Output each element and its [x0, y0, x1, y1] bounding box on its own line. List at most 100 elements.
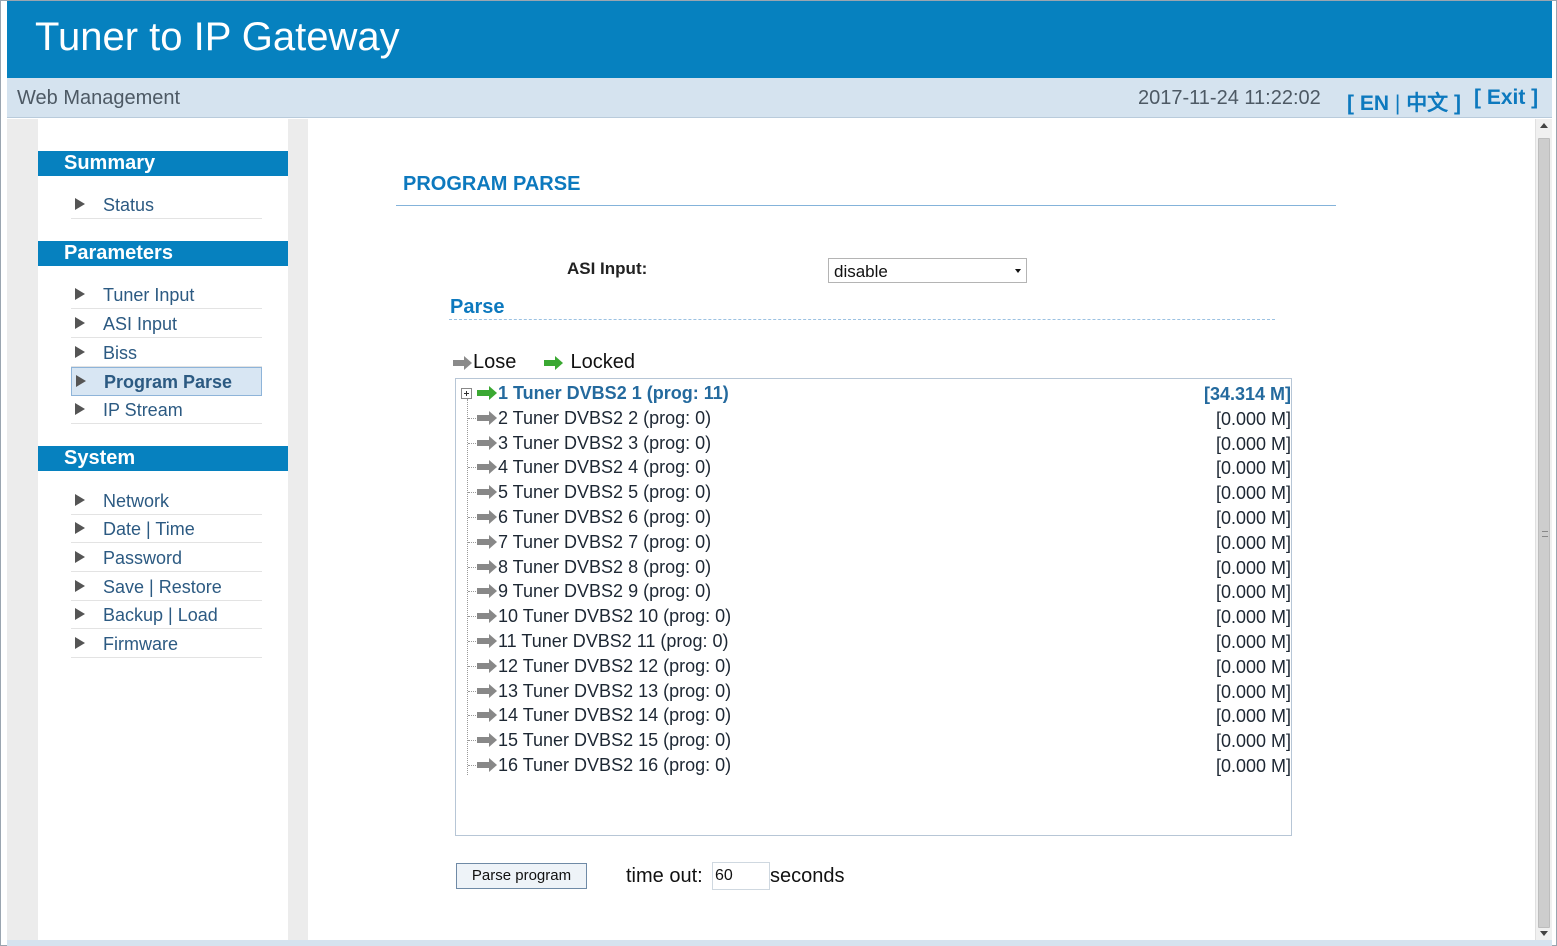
triangle-right-icon — [76, 375, 86, 387]
tree-row[interactable]: 9 Tuner DVBS2 9 (prog: 0) [0.000 M] — [456, 579, 1291, 603]
parse-heading: Parse — [450, 296, 505, 318]
tree-row-label: 11 Tuner DVBS2 11 (prog: 0) — [498, 631, 729, 651]
language-switcher: [ EN | 中文 ] — [1347, 87, 1461, 117]
sidebar-item-network[interactable]: Network — [71, 487, 262, 515]
tree-row[interactable]: 2 Tuner DVBS2 2 (prog: 0) [0.000 M] — [456, 406, 1291, 430]
tree-row[interactable]: 14 Tuner DVBS2 14 (prog: 0) [0.000 M] — [456, 703, 1291, 727]
timeout-label: time out: — [626, 865, 703, 887]
gray-arrow-icon — [477, 658, 497, 673]
vertical-scrollbar[interactable] — [1535, 119, 1552, 941]
lang-cn-link[interactable]: 中文 — [1406, 92, 1448, 115]
tree-row[interactable]: 12 Tuner DVBS2 12 (prog: 0) [0.000 M] — [456, 654, 1291, 678]
parse-divider — [449, 319, 1275, 320]
tree-row-label: 12 Tuner DVBS2 12 (prog: 0) — [498, 655, 732, 676]
sidebar-section-parameters: Parameters — [38, 241, 288, 266]
app-header: Tuner to IP Gateway — [7, 1, 1552, 78]
parse-program-button[interactable]: Parse program — [456, 863, 587, 889]
gray-arrow-icon — [477, 708, 497, 723]
tree-row-label: 4 Tuner DVBS2 4 (prog: 0) — [498, 457, 712, 478]
gray-arrow-icon — [453, 355, 472, 370]
sidebar-item-program-parse[interactable]: Program Parse — [71, 367, 262, 396]
seconds-label: seconds — [770, 865, 845, 887]
sidebar-item-asi-input[interactable]: ASI Input — [71, 310, 262, 338]
title-divider — [396, 205, 1336, 206]
page-title: PROGRAM PARSE — [403, 173, 581, 195]
tree-row[interactable]: 8 Tuner DVBS2 8 (prog: 0) [0.000 M] — [456, 555, 1291, 579]
sidebar-item-label: Network — [103, 491, 170, 511]
asi-input-selected-value: disable — [834, 262, 888, 281]
tree-row[interactable]: 4 Tuner DVBS2 4 (prog: 0) [0.000 M] — [456, 455, 1291, 479]
legend-locked-label: Locked — [570, 351, 636, 374]
sidebar: Summary Status Parameters Tuner Input AS… — [38, 119, 288, 941]
gray-arrow-icon — [477, 460, 497, 475]
tree-row[interactable]: 11 Tuner DVBS2 11 (prog: 0) [0.000 M] — [456, 629, 1291, 653]
web-management-label: Web Management — [17, 87, 181, 109]
triangle-right-icon — [75, 580, 85, 592]
sidebar-item-status[interactable]: Status — [71, 191, 262, 219]
gray-arrow-icon — [477, 609, 497, 624]
tree-row[interactable]: 1 Tuner DVBS2 1 (prog: 11) [34.314 M] — [456, 381, 1291, 405]
sidebar-item-tuner-input[interactable]: Tuner Input — [71, 281, 262, 309]
triangle-right-icon — [75, 288, 85, 300]
sidebar-section-summary: Summary — [38, 151, 288, 176]
tree-row-label: 6 Tuner DVBS2 6 (prog: 0) — [498, 507, 712, 527]
gray-arrow-icon — [477, 410, 497, 425]
tree-row-bitrate: [0.000 M] — [1215, 458, 1291, 479]
sidebar-item-label: Tuner Input — [103, 285, 195, 305]
sidebar-item-label: Program Parse — [104, 372, 233, 392]
browser-window: Tuner to IP Gateway Web Management 2017-… — [0, 0, 1557, 946]
gray-arrow-icon — [477, 510, 497, 524]
sidebar-item-save-restore[interactable]: Save | Restore — [71, 573, 262, 601]
plus-box-icon[interactable] — [461, 388, 472, 399]
sidebar-item-backup-load[interactable]: Backup | Load — [71, 601, 262, 629]
asi-input-select[interactable]: disable — [828, 258, 1027, 283]
exit-link[interactable]: [ Exit ] — [1474, 86, 1538, 110]
timeout-input[interactable] — [712, 862, 770, 890]
grip-icon — [1542, 531, 1548, 537]
tree-row-label: 2 Tuner DVBS2 2 (prog: 0) — [498, 407, 712, 428]
tree-row-label: 5 Tuner DVBS2 5 (prog: 0) — [498, 482, 712, 503]
tree-row[interactable]: 7 Tuner DVBS2 7 (prog: 0) [0.000 M] — [456, 530, 1291, 554]
app-title: Tuner to IP Gateway — [35, 15, 400, 59]
scrollbar-thumb[interactable] — [1538, 138, 1550, 928]
tree-row-label: 15 Tuner DVBS2 15 (prog: 0) — [498, 730, 732, 751]
gray-arrow-icon — [477, 758, 497, 772]
gray-arrow-icon — [477, 683, 497, 698]
sidebar-item-date-time[interactable]: Date | Time — [71, 515, 262, 543]
tree-row-label: 13 Tuner DVBS2 13 (prog: 0) — [498, 680, 732, 701]
bottom-edge — [7, 940, 1552, 946]
tree-row-bitrate: [0.000 M] — [1215, 681, 1291, 702]
scroll-up-arrow-icon[interactable] — [1540, 123, 1548, 128]
tree-row[interactable]: 5 Tuner DVBS2 5 (prog: 0) [0.000 M] — [456, 480, 1291, 504]
sidebar-item-password[interactable]: Password — [71, 544, 262, 572]
left-gutter — [7, 119, 38, 941]
sidebar-item-firmware[interactable]: Firmware — [71, 630, 262, 658]
tree-row[interactable]: 6 Tuner DVBS2 6 (prog: 0) [0.000 M] — [456, 505, 1291, 529]
sidebar-divider — [288, 119, 308, 941]
datetime-display: 2017-11-24 11:22:02 — [1138, 87, 1321, 109]
tree-row-bitrate: [34.314 M] — [1203, 384, 1291, 404]
tree-row[interactable]: 3 Tuner DVBS2 3 (prog: 0) [0.000 M] — [456, 431, 1291, 455]
tree-row[interactable]: 10 Tuner DVBS2 10 (prog: 0) [0.000 M] — [456, 604, 1291, 628]
tree-row[interactable]: 16 Tuner DVBS2 16 (prog: 0) [0.000 M] — [456, 753, 1291, 777]
legend-lose-label: Lose — [473, 351, 517, 374]
sidebar-item-label: Password — [103, 548, 183, 568]
status-legend: Lose Locked — [453, 351, 635, 375]
tree-row-bitrate: [0.000 M] — [1215, 632, 1291, 652]
sidebar-section-system: System — [38, 446, 288, 471]
lang-en-link[interactable]: EN — [1360, 92, 1389, 115]
sidebar-item-label: Backup | Load — [103, 605, 218, 625]
tree-row[interactable]: 15 Tuner DVBS2 15 (prog: 0) [0.000 M] — [456, 728, 1291, 752]
tree-row-bitrate: [0.000 M] — [1215, 557, 1291, 578]
chevron-down-icon — [1015, 269, 1021, 273]
tree-row[interactable]: 13 Tuner DVBS2 13 (prog: 0) [0.000 M] — [456, 679, 1291, 703]
program-tree: 1 Tuner DVBS2 1 (prog: 11) [34.314 M] 2 Tu… — [455, 378, 1292, 836]
lang-bracket-open: [ — [1347, 92, 1354, 115]
sidebar-item-biss[interactable]: Biss — [71, 339, 262, 367]
gray-arrow-icon — [477, 634, 497, 648]
sidebar-item-ip-stream[interactable]: IP Stream — [71, 396, 262, 424]
lang-separator: | — [1394, 92, 1401, 115]
tree-row-bitrate: [0.000 M] — [1215, 483, 1291, 504]
sidebar-item-label: Firmware — [103, 634, 178, 654]
scroll-down-arrow-icon[interactable] — [1540, 931, 1548, 936]
